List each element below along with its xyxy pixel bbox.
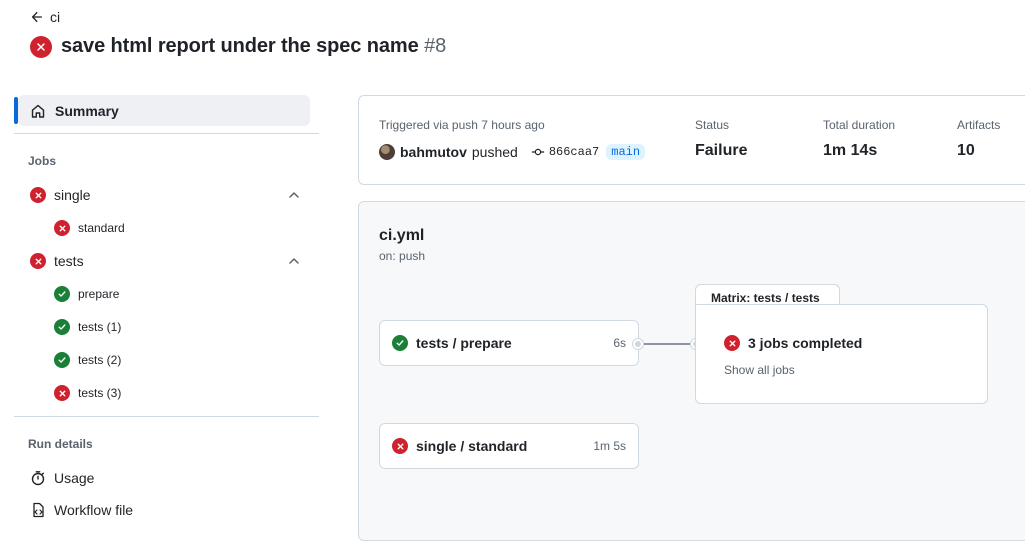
job-node-tests-prepare[interactable]: tests / prepare 6s [379,320,639,366]
actor-action: pushed [471,144,518,160]
run-summary-card: Triggered via push 7 hours ago bahmutov … [358,95,1025,185]
sidebar-job-tests-2[interactable]: tests (2) [54,352,121,368]
job-node-label: tests / prepare [416,335,512,351]
divider [14,416,319,417]
page-title-row: save html report under the spec name #8 [30,35,446,58]
chevron-up-icon[interactable] [287,253,301,269]
artifacts-label: Artifacts [957,118,1001,132]
graph-connector-dot [633,339,643,349]
status-label: Status [695,118,730,132]
commit-link[interactable]: 866caa7 [531,145,599,159]
branch-badge[interactable]: main [606,144,646,160]
run-number: #8 [424,35,447,57]
back-link[interactable]: ci [30,9,60,25]
duration-value: 1m 14s [823,142,878,159]
job-node-single-standard[interactable]: single / standard 1m 5s [379,423,639,469]
check-circle-icon [392,335,408,351]
status-value: Failure [695,142,748,159]
workflow-trigger: on: push [379,249,426,263]
job-node-duration: 6s [613,336,626,350]
stopwatch-icon [31,471,45,486]
sidebar-job-prepare[interactable]: prepare [54,286,119,302]
x-circle-icon [30,35,52,58]
sidebar-job-single[interactable]: single [30,187,305,203]
chevron-up-icon[interactable] [287,187,301,203]
job-node-label: single / standard [416,438,528,454]
sidebar-job-standard[interactable]: standard [54,220,125,236]
home-icon [31,104,45,118]
x-circle-icon [724,335,740,351]
show-all-jobs-link[interactable]: Show all jobs [724,363,795,377]
workflow-file-name: ci.yml [379,227,425,244]
arrow-left-icon [31,11,43,23]
duration-label: Total duration [823,118,896,132]
x-circle-icon [392,438,408,454]
matrix-summary[interactable]: 3 jobs completed [724,335,862,351]
x-circle-icon [30,187,46,203]
actor-name[interactable]: bahmutov [400,144,467,160]
check-circle-icon [54,286,70,302]
matrix-group: 3 jobs completed Show all jobs [695,304,988,404]
sidebar-job-tests-1[interactable]: tests (1) [54,319,121,335]
job-label: prepare [78,287,120,301]
sidebar-item-summary[interactable]: Summary [14,95,310,126]
trigger-actor: bahmutov pushed 866caa7 main [379,144,646,160]
commit-sha: 866caa7 [548,145,600,159]
trigger-text: Triggered via push 7 hours ago [379,118,545,132]
job-node-duration: 1m 5s [593,439,626,453]
job-label: standard [78,221,125,235]
sidebar: Summary [14,95,319,126]
x-circle-icon [30,253,46,269]
sidebar-item-usage[interactable]: Usage [30,470,94,486]
check-circle-icon [54,319,70,335]
avatar[interactable] [379,144,395,160]
x-circle-icon [54,220,70,236]
page-title: save html report under the spec name #8 [61,35,446,58]
artifacts-value[interactable]: 10 [957,142,975,160]
divider [14,133,319,134]
job-label: tests (1) [78,320,122,334]
file-code-icon [33,502,44,518]
sidebar-job-tests-3[interactable]: tests (3) [54,385,121,401]
sidebar-job-tests[interactable]: tests [30,253,305,269]
job-label: tests [54,253,84,269]
sidebar-item-workflow-file[interactable]: Workflow file [30,502,133,518]
run-details-heading: Run details [28,437,93,451]
matrix-summary-label: 3 jobs completed [748,335,863,351]
back-link-label: ci [50,9,61,25]
job-label: tests (2) [78,353,122,367]
workflow-graph: ci.yml on: push tests / prepare 6s Matri… [358,201,1025,541]
check-circle-icon [54,352,70,368]
jobs-heading: Jobs [28,154,57,168]
git-commit-icon [531,148,544,156]
graph-connector [638,343,696,345]
job-label: tests (3) [78,386,122,400]
matrix-tab: Matrix: tests / tests [695,284,840,306]
x-circle-icon [54,385,70,401]
job-label: single [54,187,91,203]
sidebar-item-label: Summary [55,102,119,119]
workflow-file-label: Workflow file [54,502,134,518]
usage-label: Usage [54,470,95,486]
run-title: save html report under the spec name [61,35,419,57]
